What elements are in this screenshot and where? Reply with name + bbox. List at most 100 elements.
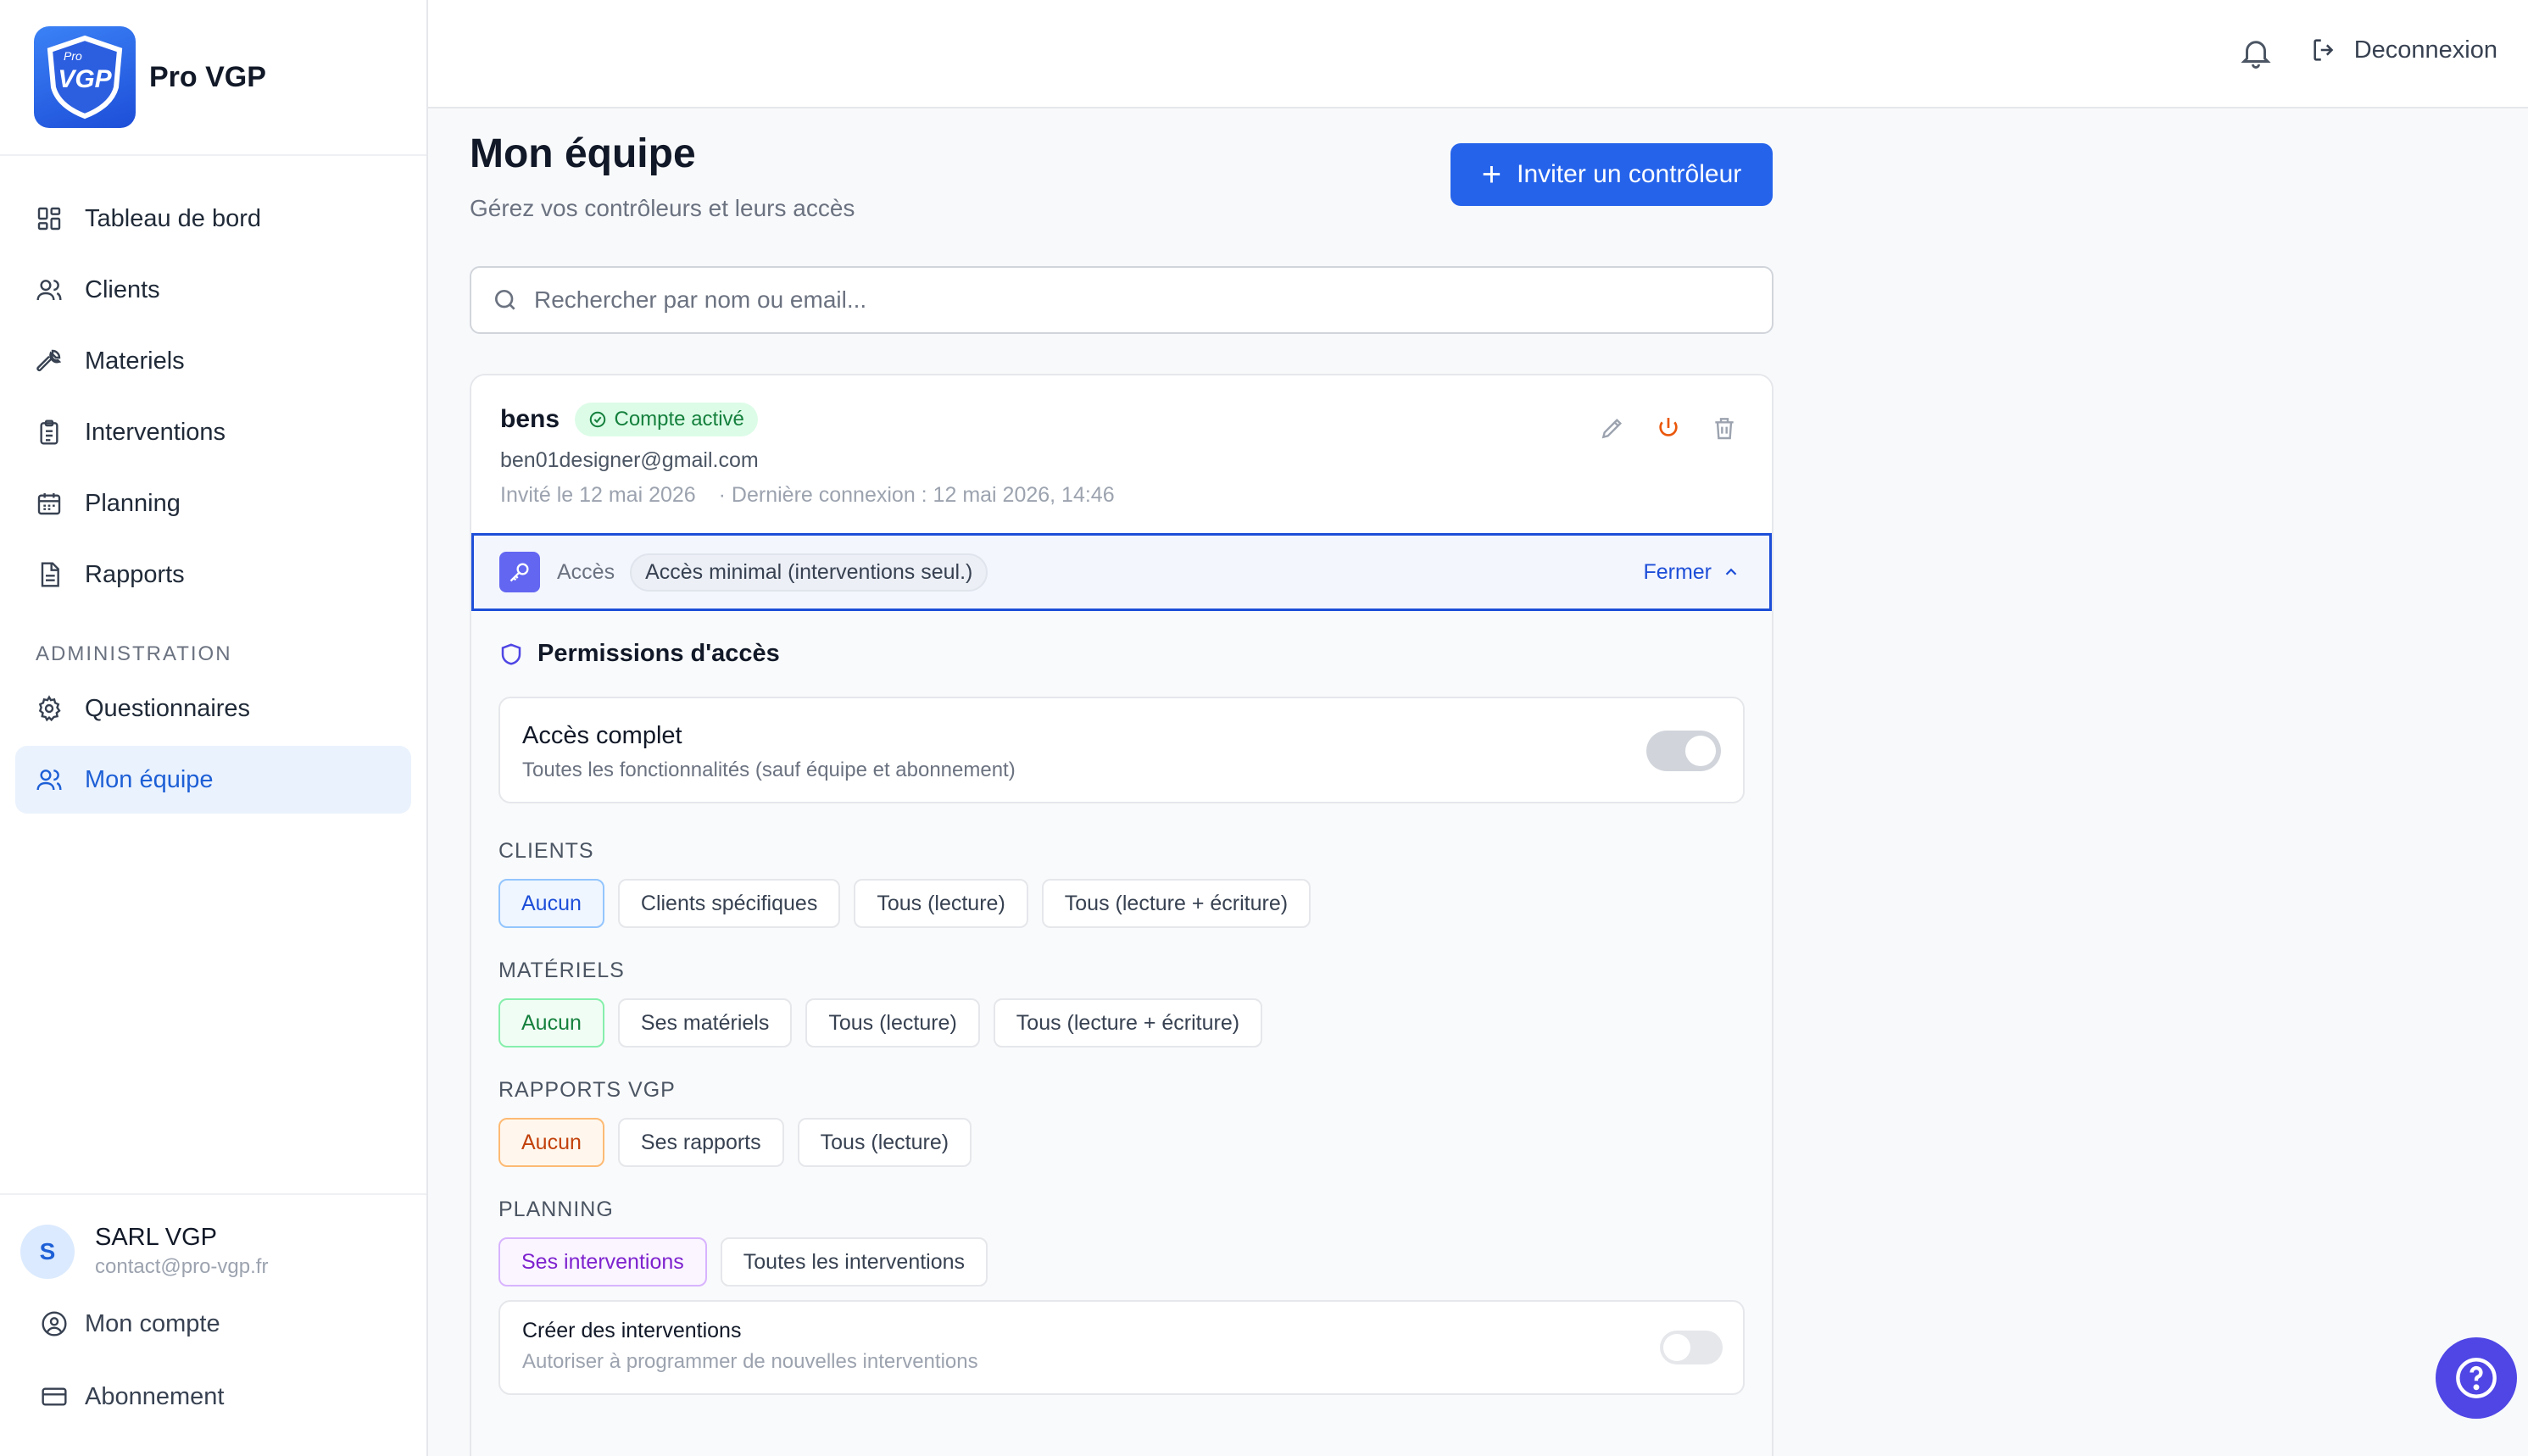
sidebar-item-label: Planning — [85, 489, 181, 517]
sidebar-item-dashboard[interactable]: Tableau de bord — [15, 185, 411, 253]
sidebar-item-questionnaires[interactable]: Questionnaires — [15, 675, 411, 742]
sidebar-item-label: Tableau de bord — [85, 204, 261, 232]
power-icon[interactable] — [1655, 414, 1682, 446]
sidebar-item-label: Clients — [85, 275, 160, 303]
document-icon — [34, 559, 64, 590]
create-interventions-box: Créer des interventions Autoriser à prog… — [498, 1300, 1745, 1395]
create-interventions-title: Créer des interventions — [522, 1319, 742, 1342]
access-label: Accès — [557, 559, 615, 584]
wrench-icon — [34, 346, 64, 376]
sidebar-item-label: Materiels — [85, 347, 185, 375]
clients-options: Aucun Clients spécifiques Tous (lecture)… — [498, 879, 1745, 928]
sidebar-item-label: Questionnaires — [85, 694, 251, 722]
sidebar-item-materiels[interactable]: Materiels — [15, 327, 411, 395]
page-subtitle: Gérez vos contrôleurs et leurs accès — [470, 195, 855, 221]
app-name: Pro VGP — [149, 60, 266, 93]
bell-icon[interactable] — [2238, 34, 2274, 75]
full-access-subtitle: Toutes les fonctionnalités (sauf équipe … — [522, 759, 1016, 781]
search-input[interactable] — [534, 286, 1721, 314]
member-name: bens — [500, 405, 560, 433]
page-title: Mon équipe — [470, 131, 696, 176]
sidebar: VGP Pro Pro VGP Tableau de bord Clients … — [0, 0, 428, 1456]
option-materiels-tous-lecture[interactable]: Tous (lecture) — [805, 998, 980, 1048]
option-rapports-ses[interactable]: Ses rapports — [617, 1118, 784, 1167]
credit-card-icon — [41, 1383, 70, 1410]
search-bar — [470, 266, 1773, 334]
member-meta: Invité le 12 mai 2026 · Dernière connexi… — [500, 483, 1743, 508]
logout-label: Deconnexion — [2353, 36, 2497, 64]
full-access-toggle[interactable] — [1646, 731, 1721, 771]
check-circle-icon — [588, 410, 607, 429]
abonnement-link[interactable]: Abonnement — [0, 1360, 426, 1433]
option-clients-specifiques[interactable]: Clients spécifiques — [617, 879, 841, 928]
sidebar-item-planning[interactable]: Planning — [15, 470, 411, 537]
invited-date: Invité le 12 mai 2026 — [500, 483, 696, 507]
invite-label: Inviter un contrôleur — [1517, 160, 1742, 188]
section-label-administration: ADMINISTRATION — [36, 642, 232, 665]
sidebar-item-mon-equipe[interactable]: Mon équipe — [15, 746, 411, 814]
topbar: Deconnexion — [428, 0, 2528, 108]
planning-options: Ses interventions Toutes les interventio… — [498, 1237, 1745, 1287]
user-name: SARL VGP — [95, 1224, 217, 1251]
invite-controller-button[interactable]: + Inviter un contrôleur — [1451, 143, 1773, 206]
create-interventions-subtitle: Autoriser à programmer de nouvelles inte… — [522, 1350, 978, 1373]
chevron-up-icon — [1722, 563, 1740, 581]
access-summary-bar[interactable]: Accès Accès minimal (interventions seul.… — [471, 533, 1772, 611]
dashboard-icon — [34, 203, 64, 234]
permissions-panel: Permissions d'accès Accès complet Toutes… — [471, 640, 1772, 1395]
option-materiels-ses[interactable]: Ses matériels — [617, 998, 793, 1048]
close-access-button[interactable]: Fermer — [1643, 560, 1740, 585]
users-icon — [34, 275, 64, 305]
gear-icon — [34, 693, 64, 724]
clipboard-icon — [34, 417, 64, 447]
option-materiels-aucun[interactable]: Aucun — [498, 998, 604, 1048]
sidebar-item-interventions[interactable]: Interventions — [15, 398, 411, 466]
status-badge: Compte activé — [575, 403, 758, 436]
full-access-box: Accès complet Toutes les fonctionnalités… — [498, 697, 1745, 803]
rapports-options: Aucun Ses rapports Tous (lecture) — [498, 1118, 1745, 1167]
user-circle-icon — [41, 1310, 70, 1337]
group-label-planning: PLANNING — [498, 1198, 614, 1221]
svg-text:VGP: VGP — [58, 65, 112, 93]
svg-text:Pro: Pro — [64, 49, 82, 63]
help-icon — [2454, 1356, 2498, 1400]
create-interventions-toggle[interactable] — [1660, 1331, 1723, 1364]
shield-icon — [498, 642, 524, 667]
option-clients-aucun[interactable]: Aucun — [498, 879, 604, 928]
plus-icon: + — [1481, 156, 1502, 193]
search-icon — [492, 286, 519, 314]
option-planning-ses[interactable]: Ses interventions — [498, 1237, 707, 1287]
option-materiels-tous-ecriture[interactable]: Tous (lecture + écriture) — [993, 998, 1263, 1048]
member-actions — [1599, 414, 1738, 446]
sidebar-item-label: Rapports — [85, 560, 185, 588]
mon-compte-link[interactable]: Mon compte — [0, 1287, 426, 1360]
close-label: Fermer — [1643, 559, 1712, 584]
group-label-rapports: RAPPORTS VGP — [498, 1078, 676, 1102]
sidebar-item-rapports[interactable]: Rapports — [15, 541, 411, 609]
option-rapports-aucun[interactable]: Aucun — [498, 1118, 604, 1167]
member-email: ben01designer@gmail.com — [500, 448, 759, 472]
current-user: S SARL VGP contact@pro-vgp.fr — [0, 1195, 426, 1279]
permissions-title-label: Permissions d'accès — [537, 640, 780, 667]
mon-compte-label: Mon compte — [85, 1309, 220, 1337]
avatar: S — [20, 1224, 75, 1279]
pencil-icon[interactable] — [1599, 414, 1626, 446]
logout-button[interactable]: Deconnexion — [2310, 36, 2497, 64]
option-rapports-tous-lecture[interactable]: Tous (lecture) — [797, 1118, 972, 1167]
brand[interactable]: VGP Pro Pro VGP — [0, 0, 426, 156]
group-label-materiels: MATÉRIELS — [498, 959, 625, 982]
option-planning-toutes[interactable]: Toutes les interventions — [720, 1237, 988, 1287]
user-email: contact@pro-vgp.fr — [95, 1255, 269, 1278]
sidebar-item-clients[interactable]: Clients — [15, 256, 411, 324]
last-login: · Dernière connexion : 12 mai 2026, 14:4… — [718, 483, 1115, 507]
help-button[interactable] — [2436, 1337, 2517, 1419]
main-nav: Tableau de bord Clients Materiels Interv… — [0, 156, 426, 814]
option-clients-tous-ecriture[interactable]: Tous (lecture + écriture) — [1041, 879, 1311, 928]
key-icon — [499, 552, 540, 592]
calendar-icon — [34, 488, 64, 519]
app-logo: VGP Pro — [34, 26, 136, 128]
option-clients-tous-lecture[interactable]: Tous (lecture) — [854, 879, 1028, 928]
abonnement-label: Abonnement — [85, 1382, 225, 1410]
permissions-title: Permissions d'accès — [498, 640, 1745, 668]
trash-icon[interactable] — [1711, 414, 1738, 446]
